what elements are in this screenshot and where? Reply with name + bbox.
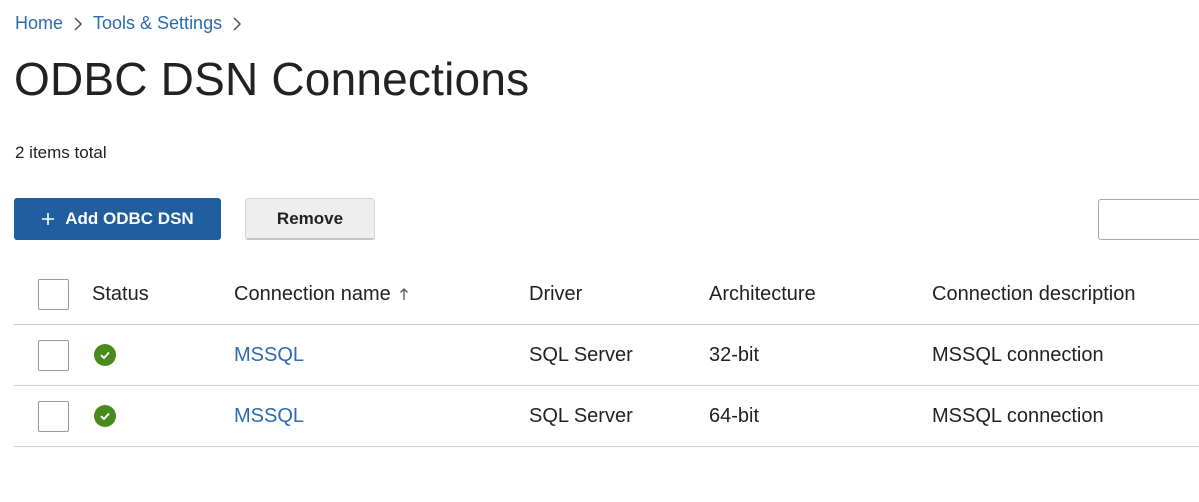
driver-cell: SQL Server [529, 404, 633, 427]
column-header-driver[interactable]: Driver [529, 264, 582, 324]
description-cell: MSSQL connection [932, 404, 1104, 427]
breadcrumb: Home Tools & Settings [15, 13, 252, 34]
table-row: MSSQL SQL Server 32-bit MSSQL connection [14, 325, 1199, 386]
row-checkbox[interactable] [38, 400, 69, 432]
remove-button[interactable]: Remove [245, 198, 375, 240]
plus-icon [41, 212, 55, 226]
items-total-count: 2 items total [15, 143, 107, 162]
column-header-status[interactable]: Status [92, 264, 149, 324]
column-header-connection-name[interactable]: Connection name [234, 264, 409, 324]
add-odbc-dsn-button[interactable]: Add ODBC DSN [14, 198, 221, 240]
check-circle-icon [94, 344, 116, 366]
chevron-right-icon [73, 16, 83, 31]
column-header-architecture[interactable]: Architecture [709, 264, 816, 324]
connection-name-link[interactable]: MSSQL [234, 344, 304, 367]
chevron-right-icon [232, 16, 242, 31]
table-header: Status Connection name Driver Architectu… [14, 264, 1199, 325]
driver-cell: SQL Server [529, 343, 633, 366]
select-all-checkbox[interactable] [38, 278, 69, 310]
arrow-up-icon [399, 287, 409, 301]
architecture-cell: 64-bit [709, 404, 760, 427]
check-circle-icon [94, 405, 116, 427]
column-header-connection-description[interactable]: Connection description [932, 264, 1135, 324]
architecture-cell: 32-bit [709, 343, 760, 366]
dsn-table: Status Connection name Driver Architectu… [14, 264, 1199, 447]
breadcrumb-tools-settings[interactable]: Tools & Settings [93, 13, 222, 34]
breadcrumb-home[interactable]: Home [15, 13, 63, 34]
row-checkbox[interactable] [38, 339, 69, 371]
connection-name-link[interactable]: MSSQL [234, 405, 304, 428]
column-header-connection-name-label: Connection name [234, 282, 391, 305]
search-input[interactable] [1098, 199, 1199, 240]
page-title: ODBC DSN Connections [14, 53, 530, 105]
description-cell: MSSQL connection [932, 343, 1104, 366]
toolbar: Add ODBC DSN Remove [14, 198, 375, 240]
table-row: MSSQL SQL Server 64-bit MSSQL connection [14, 386, 1199, 447]
add-odbc-dsn-label: Add ODBC DSN [65, 209, 194, 228]
